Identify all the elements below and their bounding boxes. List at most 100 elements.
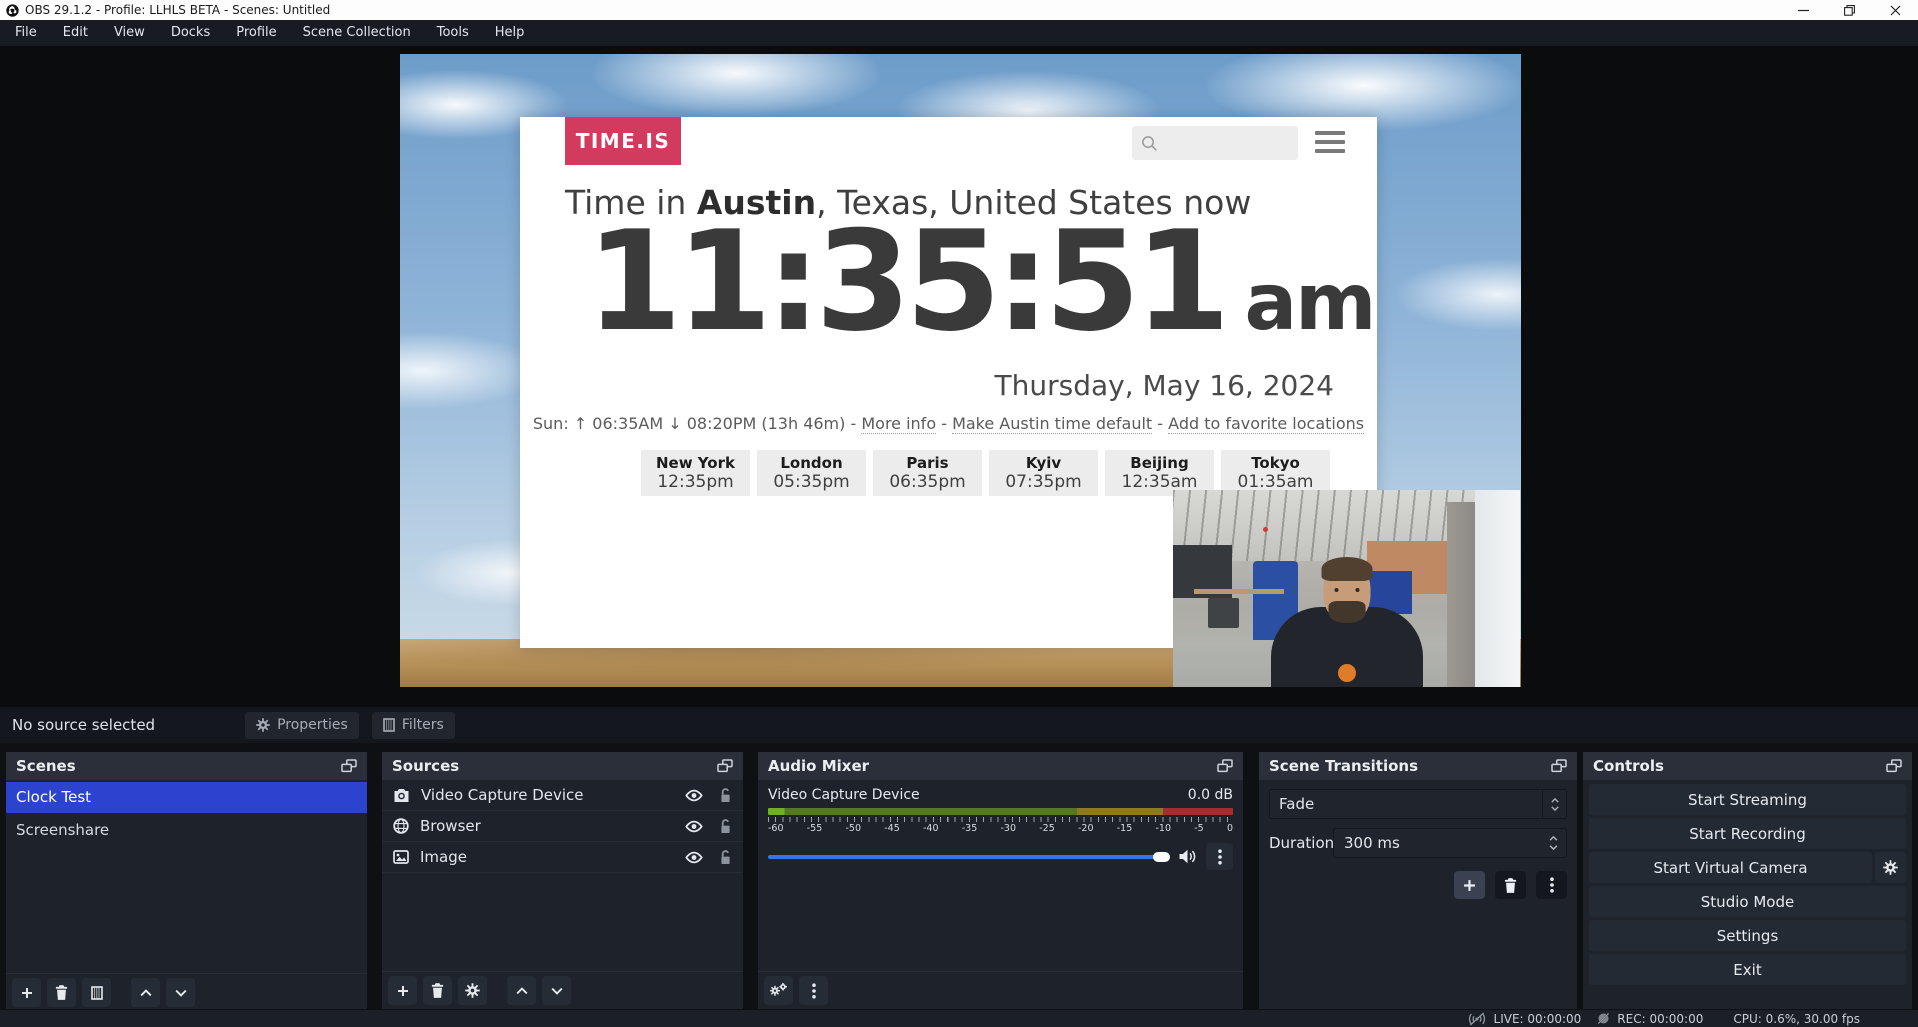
- add-scene-button[interactable]: [12, 978, 41, 1007]
- video-preview[interactable]: TIME.IS Time in Austin, Texas, United St…: [400, 54, 1521, 687]
- move-scene-up-button[interactable]: [131, 978, 160, 1007]
- speaker-icon[interactable]: [1178, 849, 1197, 864]
- filters-label: Filters: [402, 717, 444, 733]
- remove-transition-button[interactable]: [1495, 871, 1526, 899]
- search-input[interactable]: [1132, 126, 1298, 160]
- volume-slider-handle[interactable]: [1153, 852, 1170, 862]
- meter-tick-labels: -60-55-50-45-40-35-30-25-20-15-10-50: [768, 823, 1233, 834]
- restore-button[interactable]: [1826, 0, 1872, 20]
- menu-docks[interactable]: Docks: [158, 20, 223, 46]
- sources-dock: Sources Video Capture Device Browser: [382, 752, 743, 1009]
- person: [1267, 537, 1427, 687]
- menu-file[interactable]: File: [2, 20, 50, 46]
- menu-profile[interactable]: Profile: [223, 20, 289, 46]
- mixer-options-button[interactable]: [1206, 843, 1233, 870]
- move-source-up-button[interactable]: [507, 976, 536, 1005]
- scene-item[interactable]: Screenshare: [6, 815, 367, 846]
- filters-icon: [383, 718, 395, 732]
- sources-dock-header: Sources: [382, 752, 743, 780]
- eye-icon[interactable]: [684, 789, 704, 802]
- start-recording-button[interactable]: Start Recording: [1589, 818, 1906, 849]
- record-off-icon: [1597, 1012, 1610, 1025]
- city-card[interactable]: London05:35pm: [757, 450, 866, 496]
- controls-title: Controls: [1593, 757, 1664, 775]
- unlock-icon[interactable]: [719, 850, 732, 865]
- person-eye: [1334, 588, 1338, 592]
- unlock-icon[interactable]: [719, 788, 732, 803]
- menu-help[interactable]: Help: [482, 20, 538, 46]
- popout-icon[interactable]: [1886, 759, 1902, 773]
- unlock-icon[interactable]: [719, 819, 732, 834]
- menu-edit[interactable]: Edit: [50, 20, 101, 46]
- kebab-menu-icon: [1218, 849, 1222, 865]
- move-scene-down-button[interactable]: [166, 978, 195, 1007]
- transition-select[interactable]: Fade: [1269, 789, 1567, 819]
- transitions-body: Fade Duration 300 ms: [1259, 780, 1577, 1009]
- add-source-button[interactable]: [388, 976, 417, 1005]
- eye-icon[interactable]: [684, 851, 704, 864]
- plus-icon: [21, 987, 33, 999]
- gear-icon: [256, 718, 270, 732]
- meter-tick-ruler: [768, 817, 1233, 822]
- sun-info-line: Sun: ↑ 06:35AM ↓ 08:20PM (13h 46m) - Mor…: [520, 414, 1377, 433]
- minimize-button[interactable]: [1780, 0, 1826, 20]
- menu-tools[interactable]: Tools: [424, 20, 482, 46]
- transition-options-button[interactable]: [1536, 871, 1567, 899]
- dock-area: Scenes Clock Test Screenshare: [0, 743, 1918, 1010]
- more-info-link[interactable]: More info: [861, 414, 936, 434]
- city-card[interactable]: Paris06:35pm: [873, 450, 982, 496]
- city-card[interactable]: Kyiv07:35pm: [989, 450, 1098, 496]
- mixer-menu-button[interactable]: [799, 976, 828, 1005]
- scene-item[interactable]: Clock Test: [6, 782, 367, 813]
- advanced-audio-button[interactable]: [764, 976, 793, 1005]
- make-default-link[interactable]: Make Austin time default: [952, 414, 1152, 434]
- hoodie-logo: [1338, 664, 1356, 682]
- menu-view[interactable]: View: [101, 20, 158, 46]
- source-item[interactable]: Video Capture Device: [382, 780, 743, 811]
- scene-filters-button[interactable]: [82, 978, 111, 1007]
- eye-icon[interactable]: [684, 820, 704, 833]
- close-button[interactable]: [1872, 0, 1918, 20]
- rec-timer: REC: 00:00:00: [1617, 1012, 1703, 1026]
- gear-icon: [1883, 860, 1898, 875]
- studio-mode-button[interactable]: Studio Mode: [1589, 886, 1906, 917]
- start-virtual-camera-button[interactable]: Start Virtual Camera: [1589, 852, 1872, 883]
- popout-icon[interactable]: [341, 759, 357, 773]
- scenes-dock-title: Scenes: [16, 757, 76, 775]
- kebab-menu-icon: [1550, 877, 1554, 893]
- start-streaming-button[interactable]: Start Streaming: [1589, 784, 1906, 815]
- remove-source-button[interactable]: [423, 976, 452, 1005]
- sources-dock-title: Sources: [392, 757, 459, 775]
- city-card[interactable]: New York12:35pm: [641, 450, 750, 496]
- source-item[interactable]: Image: [382, 842, 743, 873]
- settings-button[interactable]: Settings: [1589, 920, 1906, 951]
- remove-scene-button[interactable]: [47, 978, 76, 1007]
- scenes-dock: Scenes Clock Test Screenshare: [6, 752, 367, 1009]
- virtual-camera-settings-button[interactable]: [1875, 852, 1906, 883]
- properties-button[interactable]: Properties: [245, 712, 359, 739]
- popout-icon[interactable]: [1217, 759, 1233, 773]
- move-source-down-button[interactable]: [542, 976, 571, 1005]
- add-transition-button[interactable]: [1454, 871, 1485, 899]
- filters-button[interactable]: Filters: [372, 712, 455, 739]
- popout-icon[interactable]: [717, 759, 733, 773]
- source-item[interactable]: Browser: [382, 811, 743, 842]
- audio-mixer-header: Audio Mixer: [758, 752, 1243, 780]
- hamburger-menu-icon[interactable]: [1315, 131, 1345, 153]
- gear-icon: [465, 983, 480, 998]
- menu-scene-collection[interactable]: Scene Collection: [290, 20, 424, 46]
- popout-icon[interactable]: [1551, 759, 1567, 773]
- duration-input[interactable]: 300 ms: [1333, 828, 1567, 858]
- volume-slider[interactable]: [768, 855, 1169, 859]
- source-properties-button[interactable]: [458, 976, 487, 1005]
- combo-spinner[interactable]: [1542, 790, 1566, 818]
- mixer-channel-name: Video Capture Device: [768, 787, 920, 803]
- scenes-list: Clock Test Screenshare: [6, 782, 367, 1011]
- source-label: Browser: [420, 817, 481, 835]
- exit-button[interactable]: Exit: [1589, 954, 1906, 985]
- duration-spinner[interactable]: [1549, 836, 1558, 850]
- audio-mixer-title: Audio Mixer: [768, 757, 869, 775]
- add-favorite-link[interactable]: Add to favorite locations: [1168, 414, 1364, 434]
- globe-icon: [393, 818, 409, 834]
- chevron-down-icon: [1549, 845, 1558, 850]
